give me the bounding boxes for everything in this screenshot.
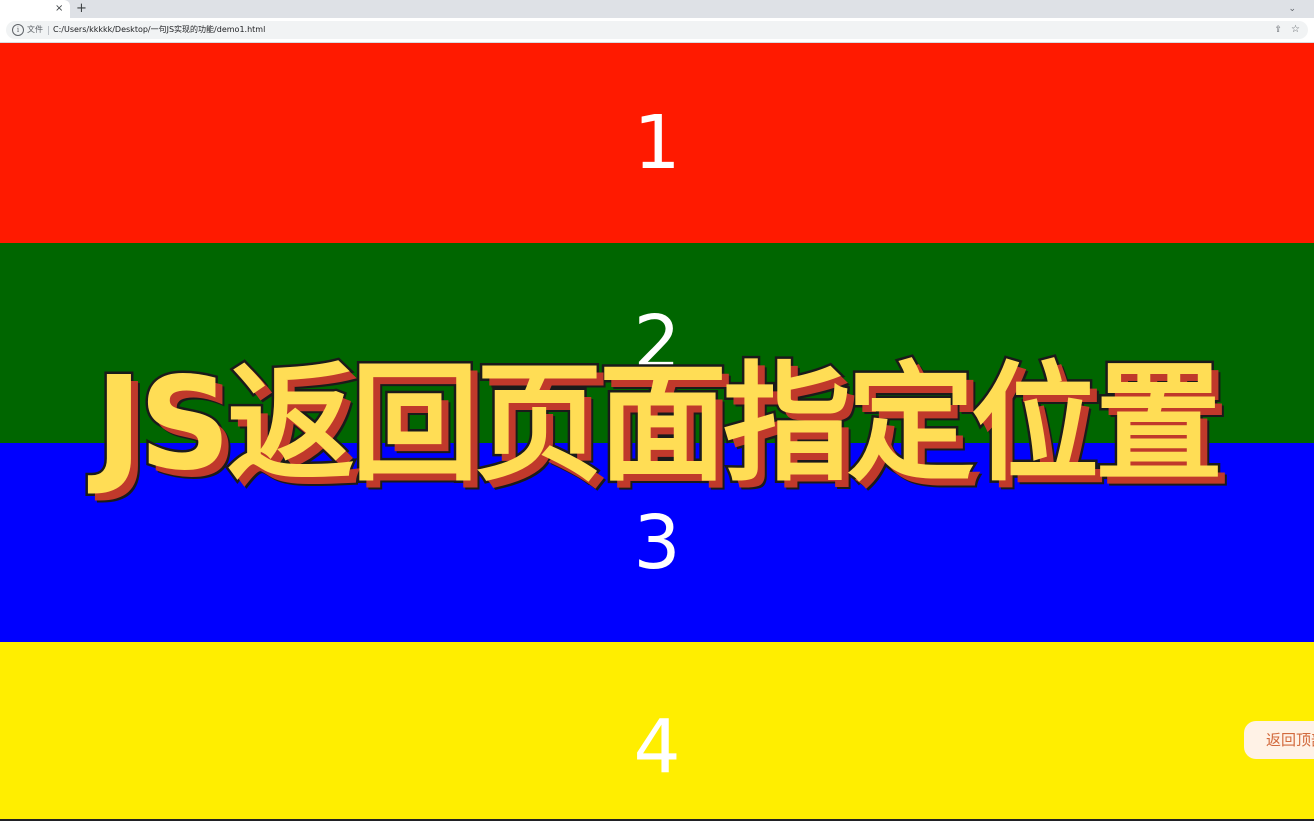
video-caption-overlay: JS返回页面指定位置 bbox=[93, 348, 1226, 502]
chevron-down-icon[interactable]: ⌄ bbox=[1288, 1, 1296, 17]
address-divider bbox=[48, 26, 49, 35]
address-bar[interactable]: i 文件 C:/Users/kkkkk/Desktop/一句JS实现的功能/de… bbox=[6, 21, 1308, 39]
tab-close-icon[interactable]: × bbox=[55, 1, 63, 17]
section-4-label: 4 bbox=[633, 704, 681, 790]
site-info-label[interactable]: 文件 bbox=[27, 23, 43, 37]
new-tab-icon[interactable]: + bbox=[76, 0, 87, 18]
tab-demo1[interactable]: × bbox=[0, 0, 70, 18]
browser-window: × + ⌄ i 文件 C:/Users/kkkkk/Desktop/一句JS实现… bbox=[0, 0, 1314, 821]
section-1: 1 bbox=[0, 43, 1314, 243]
back-to-top-button[interactable]: 返回顶部 bbox=[1244, 721, 1314, 759]
info-icon[interactable]: i bbox=[12, 24, 24, 36]
url-text[interactable]: C:/Users/kkkkk/Desktop/一句JS实现的功能/demo1.h… bbox=[53, 23, 265, 37]
section-4: 4 bbox=[0, 642, 1314, 819]
share-icon[interactable]: ⇪ bbox=[1274, 23, 1282, 37]
toolbar: i 文件 C:/Users/kkkkk/Desktop/一句JS实现的功能/de… bbox=[0, 18, 1314, 43]
section-1-label: 1 bbox=[633, 100, 681, 186]
bookmark-star-icon[interactable]: ☆ bbox=[1291, 23, 1300, 37]
tab-strip: × + ⌄ bbox=[0, 0, 1314, 18]
section-3-label: 3 bbox=[633, 500, 681, 586]
